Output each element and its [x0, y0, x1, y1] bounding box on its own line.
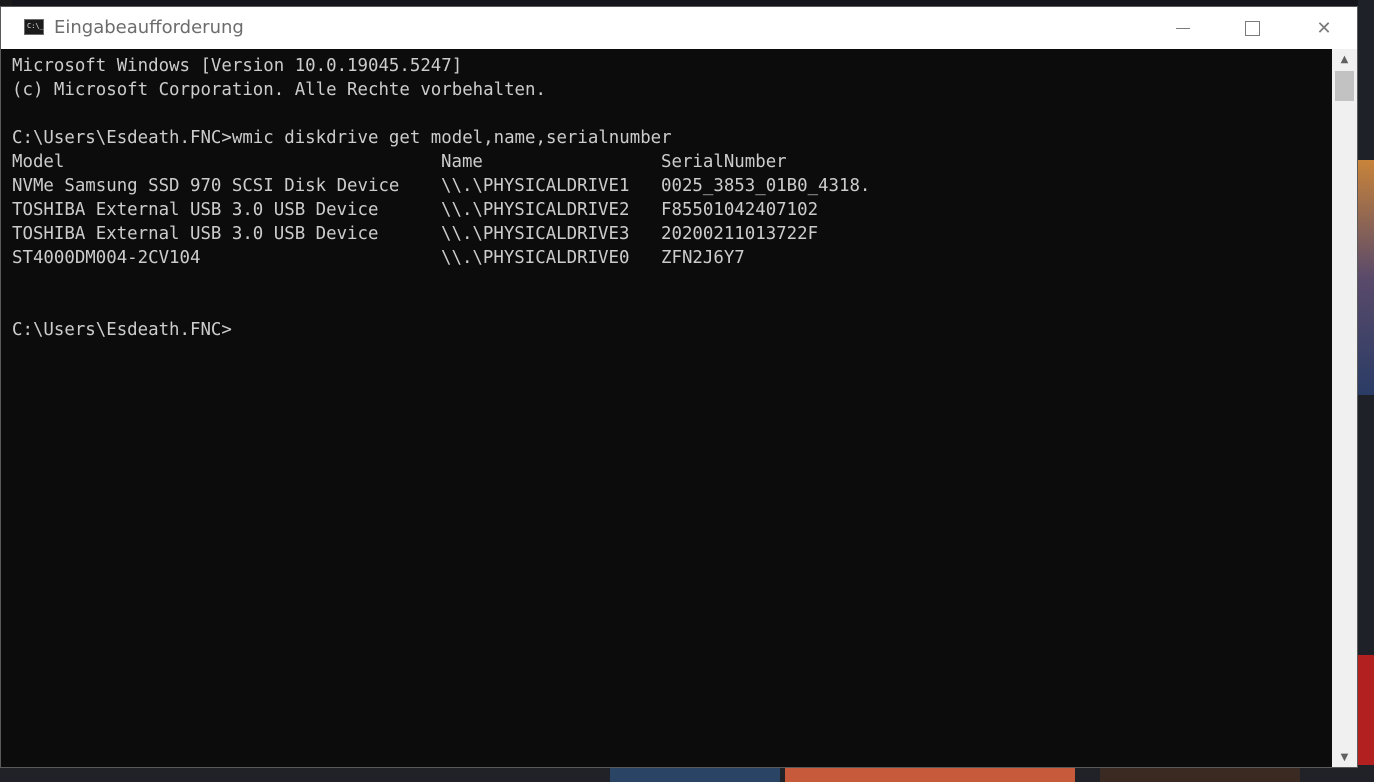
cell-model: TOSHIBA External USB 3.0 USB Device	[12, 200, 379, 220]
console-command: C:\Users\Esdeath.FNC>wmic diskdrive get …	[12, 128, 672, 148]
desktop-background	[1100, 766, 1300, 782]
cell-model: NVMe Samsung SSD 970 SCSI Disk Device	[12, 176, 400, 196]
cell-serialnumber: F85501042407102	[661, 200, 819, 220]
console-prompt[interactable]: C:\Users\Esdeath.FNC>	[12, 318, 1332, 342]
cell-name: \\.\PHYSICALDRIVE2	[441, 200, 630, 220]
console-line: Microsoft Windows [Version 10.0.19045.52…	[12, 56, 463, 76]
maximize-icon	[1244, 20, 1260, 36]
desktop-background	[785, 766, 1075, 782]
cell-name: \\.\PHYSICALDRIVE1	[441, 176, 630, 196]
cell-model: ST4000DM004-2CV104	[12, 248, 201, 268]
maximize-button[interactable]	[1229, 7, 1275, 49]
column-header-serialnumber: SerialNumber	[661, 152, 787, 172]
column-header-model: Model	[12, 152, 65, 172]
table-row: ST4000DM004-2CV104 \\.\PHYSICALDRIVE0 ZF…	[12, 246, 1332, 270]
cell-name: \\.\PHYSICALDRIVE0	[441, 248, 630, 268]
desktop-background	[610, 766, 780, 782]
console-output[interactable]: Microsoft Windows [Version 10.0.19045.52…	[1, 49, 1332, 767]
desktop-background	[1358, 160, 1374, 395]
console-line: (c) Microsoft Corporation. Alle Rechte v…	[12, 80, 546, 100]
chevron-down-icon: ▼	[1340, 751, 1349, 763]
minimize-icon	[1176, 27, 1190, 29]
cell-serialnumber: 0025_3853_01B0_4318.	[661, 176, 871, 196]
scroll-up-button[interactable]: ▲	[1332, 49, 1357, 69]
close-icon: ✕	[1316, 17, 1332, 39]
window-title: Eingabeaufforderung	[54, 17, 244, 38]
close-button[interactable]: ✕	[1301, 7, 1347, 49]
chevron-up-icon: ▲	[1340, 53, 1349, 65]
cell-name: \\.\PHYSICALDRIVE3	[441, 224, 630, 244]
command-prompt-window[interactable]: C:\_ Eingabeaufforderung ✕ Microsoft Win…	[0, 6, 1358, 768]
desktop-background	[1358, 655, 1374, 765]
scrollbar-thumb[interactable]	[1335, 71, 1354, 101]
table-row: TOSHIBA External USB 3.0 USB Device \\.\…	[12, 222, 1332, 246]
column-header-name: Name	[441, 152, 483, 172]
minimize-button[interactable]	[1160, 7, 1206, 49]
command-prompt-icon[interactable]: C:\_	[24, 19, 44, 35]
title-bar[interactable]: C:\_ Eingabeaufforderung ✕	[1, 7, 1357, 49]
table-header-row: Model Name SerialNumber	[12, 150, 1332, 174]
cell-serialnumber: 20200211013722F	[661, 224, 819, 244]
table-row: TOSHIBA External USB 3.0 USB Device \\.\…	[12, 198, 1332, 222]
vertical-scrollbar[interactable]: ▲ ▼	[1332, 49, 1357, 767]
cell-serialnumber: ZFN2J6Y7	[661, 248, 745, 268]
scroll-down-button[interactable]: ▼	[1332, 747, 1357, 767]
table-row: NVMe Samsung SSD 970 SCSI Disk Device \\…	[12, 174, 1332, 198]
cell-model: TOSHIBA External USB 3.0 USB Device	[12, 224, 379, 244]
